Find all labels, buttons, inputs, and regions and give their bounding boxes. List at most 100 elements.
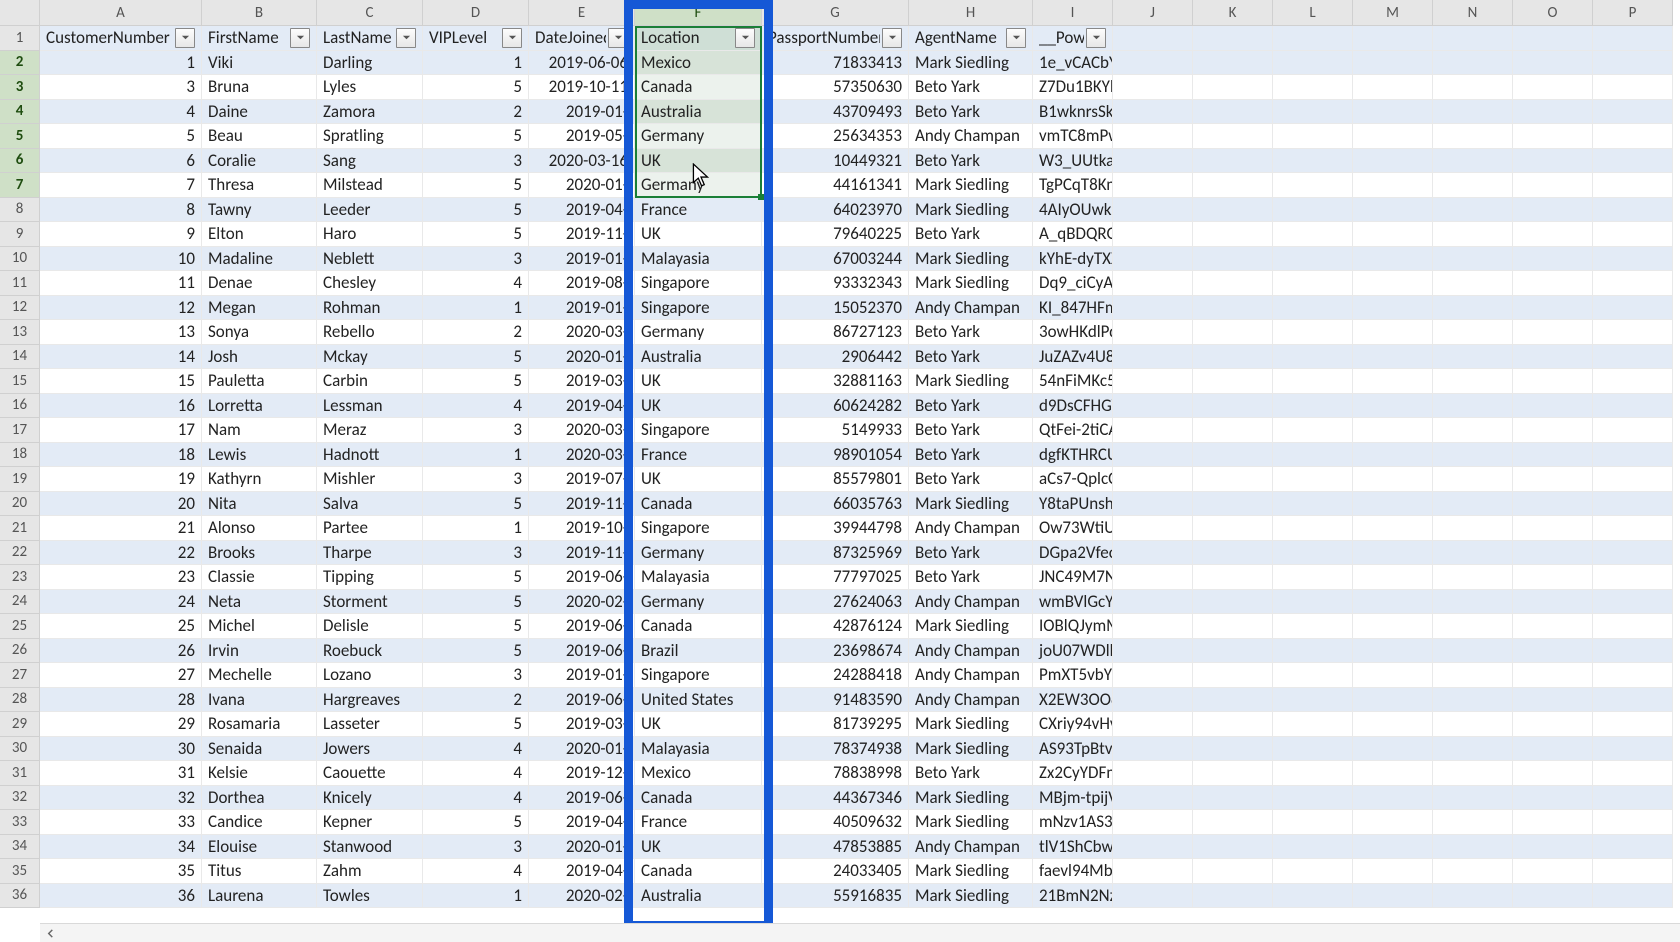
horizontal-scrollbar[interactable] [40, 923, 1680, 942]
cell-PassportNumber[interactable]: 15052370 [762, 296, 909, 321]
filter-dropdown-icon[interactable] [396, 28, 416, 48]
row-header-29[interactable]: 29 [0, 712, 40, 737]
cell-__PowerAppsId__[interactable]: Y8taPUnshr8 [1033, 492, 1113, 517]
empty-cell[interactable] [1273, 663, 1353, 688]
cell-LastName[interactable]: Delisle [317, 614, 423, 639]
cell-Location[interactable]: UK [635, 467, 762, 492]
empty-cell[interactable] [1273, 320, 1353, 345]
filter-dropdown-icon[interactable] [290, 28, 310, 48]
cell-LastName[interactable]: Meraz [317, 418, 423, 443]
cell-VIPLevel[interactable]: 5 [423, 810, 529, 835]
empty-cell[interactable] [1353, 418, 1433, 443]
empty-cell[interactable] [1593, 198, 1673, 223]
empty-cell[interactable] [1273, 884, 1353, 909]
empty-cell[interactable] [1273, 198, 1353, 223]
cell-FirstName[interactable]: Senaida [202, 737, 317, 762]
cell-CustomerNumber[interactable]: 16 [40, 394, 202, 419]
cell-Location[interactable]: UK [635, 712, 762, 737]
row-header-25[interactable]: 25 [0, 614, 40, 639]
cell-DateJoined[interactable]: 2019-04- [529, 198, 635, 223]
cell-AgentName[interactable]: Andy Champan [909, 516, 1033, 541]
cell-PassportNumber[interactable]: 78838998 [762, 761, 909, 786]
empty-cell[interactable] [1353, 149, 1433, 174]
cell-CustomerNumber[interactable]: 29 [40, 712, 202, 737]
cell-DateJoined[interactable]: 2019-06-06 [529, 51, 635, 76]
empty-cell[interactable] [1433, 859, 1513, 884]
empty-cell[interactable] [1273, 639, 1353, 664]
cell-AgentName[interactable]: Beto Yark [909, 761, 1033, 786]
empty-cell[interactable] [1273, 614, 1353, 639]
cell-DateJoined[interactable]: 2020-01- [529, 835, 635, 860]
empty-cell[interactable] [1593, 835, 1673, 860]
filter-dropdown-icon[interactable] [608, 28, 628, 48]
cell-Location[interactable]: UK [635, 394, 762, 419]
empty-cell[interactable] [1593, 761, 1673, 786]
cell-__PowerAppsId__[interactable]: Zx2CyYDFm2E [1033, 761, 1113, 786]
cell-CustomerNumber[interactable]: 7 [40, 173, 202, 198]
cell-PassportNumber[interactable]: 23698674 [762, 639, 909, 664]
empty-cell[interactable] [1353, 516, 1433, 541]
row-header-33[interactable]: 33 [0, 810, 40, 835]
empty-cell[interactable] [1513, 173, 1593, 198]
empty-cell[interactable] [1113, 271, 1193, 296]
empty-cell[interactable] [1593, 124, 1673, 149]
cell-LastName[interactable]: Kepner [317, 810, 423, 835]
cell-FirstName[interactable]: Titus [202, 859, 317, 884]
empty-cell[interactable] [1113, 614, 1193, 639]
cell-Location[interactable]: Canada [635, 859, 762, 884]
cell-FirstName[interactable]: Elton [202, 222, 317, 247]
empty-cell[interactable] [1513, 320, 1593, 345]
cell-__PowerAppsId__[interactable]: JNC49M7N65M [1033, 565, 1113, 590]
cell-AgentName[interactable]: Mark Siedling [909, 271, 1033, 296]
cell-FirstName[interactable]: Candice [202, 810, 317, 835]
empty-cell[interactable] [1113, 149, 1193, 174]
column-header-O[interactable]: O [1513, 0, 1593, 26]
cell-CustomerNumber[interactable]: 25 [40, 614, 202, 639]
cell-PassportNumber[interactable]: 93332343 [762, 271, 909, 296]
column-header-P[interactable]: P [1593, 0, 1673, 26]
empty-cell[interactable] [1593, 345, 1673, 370]
cell-CustomerNumber[interactable]: 4 [40, 100, 202, 125]
empty-cell[interactable] [1353, 198, 1433, 223]
empty-cell[interactable] [1193, 369, 1273, 394]
row-header-12[interactable]: 12 [0, 296, 40, 321]
column-header-I[interactable]: I [1033, 0, 1113, 26]
empty-cell[interactable] [1113, 810, 1193, 835]
empty-cell[interactable] [1593, 639, 1673, 664]
empty-cell[interactable] [1513, 271, 1593, 296]
empty-cell[interactable] [1593, 614, 1673, 639]
cell-LastName[interactable]: Chesley [317, 271, 423, 296]
cell-LastName[interactable]: Neblett [317, 247, 423, 272]
cell-__PowerAppsId__[interactable]: CXriy94vHvE [1033, 712, 1113, 737]
filter-header-LastName[interactable]: LastName [317, 26, 423, 51]
cell-FirstName[interactable]: Ivana [202, 688, 317, 713]
cell-CustomerNumber[interactable]: 20 [40, 492, 202, 517]
filter-header-PassportNumber[interactable]: PassportNumber [762, 26, 909, 51]
empty-cell[interactable] [1353, 565, 1433, 590]
filter-header-DateJoined[interactable]: DateJoined [529, 26, 635, 51]
empty-cell[interactable] [1433, 565, 1513, 590]
empty-cell[interactable] [1273, 786, 1353, 811]
column-header-J[interactable]: J [1113, 0, 1193, 26]
cell-LastName[interactable]: Storment [317, 590, 423, 615]
row-header-35[interactable]: 35 [0, 859, 40, 884]
cell-__PowerAppsId__[interactable]: 54nFiMKc5ag [1033, 369, 1113, 394]
empty-cell[interactable] [1513, 835, 1593, 860]
select-all-corner[interactable] [0, 0, 40, 26]
cell-LastName[interactable]: Mckay [317, 345, 423, 370]
cell-CustomerNumber[interactable]: 22 [40, 541, 202, 566]
empty-cell[interactable] [1513, 884, 1593, 909]
cell-Location[interactable]: UK [635, 369, 762, 394]
empty-cell[interactable] [1193, 394, 1273, 419]
cell-VIPLevel[interactable]: 3 [423, 541, 529, 566]
empty-cell[interactable] [1433, 418, 1513, 443]
cell-CustomerNumber[interactable]: 17 [40, 418, 202, 443]
cell-PassportNumber[interactable]: 79640225 [762, 222, 909, 247]
empty-cell[interactable] [1353, 810, 1433, 835]
row-header-14[interactable]: 14 [0, 345, 40, 370]
cell-FirstName[interactable]: Josh [202, 345, 317, 370]
empty-cell[interactable] [1433, 884, 1513, 909]
cell-LastName[interactable]: Zahm [317, 859, 423, 884]
cell-Location[interactable]: Australia [635, 884, 762, 909]
empty-cell[interactable] [1193, 75, 1273, 100]
